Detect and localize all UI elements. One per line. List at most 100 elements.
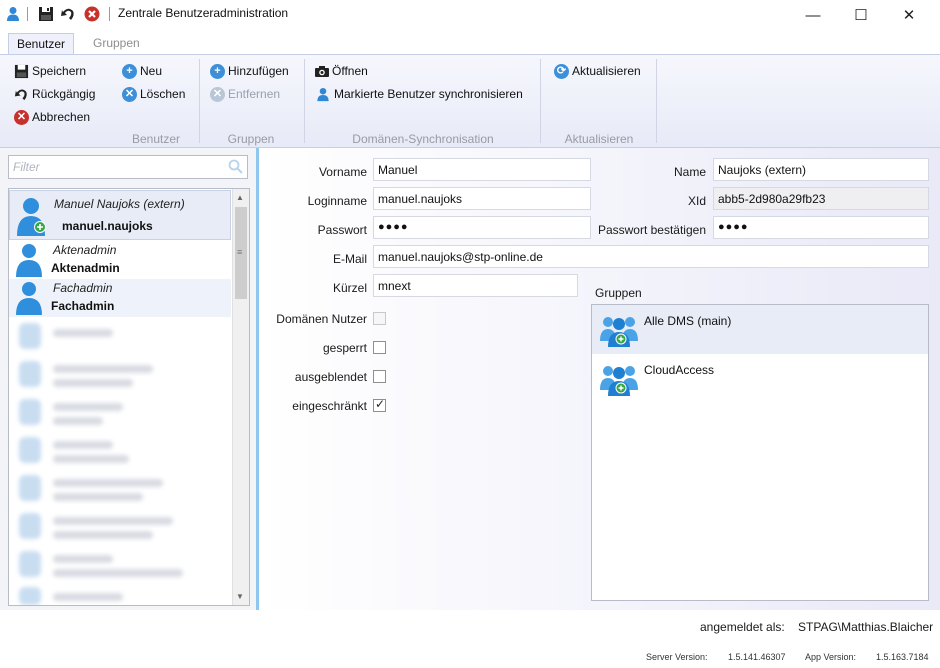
blurred-text <box>53 479 163 487</box>
app-user-icon[interactable] <box>6 6 22 22</box>
open-button[interactable]: Öffnen <box>314 61 368 81</box>
checkmark-icon: ✓ <box>375 397 386 411</box>
remove-button[interactable]: ✕ Entfernen <box>210 84 280 104</box>
loginname-field[interactable]: manuel.naujoks <box>373 187 591 210</box>
domain-user-checkbox <box>373 312 386 325</box>
blurred-text <box>53 531 153 539</box>
add-button[interactable]: + Hinzufügen <box>210 61 289 81</box>
plus-icon: + <box>122 63 137 79</box>
password-field[interactable]: ●●●● <box>373 216 591 239</box>
cancel-button[interactable]: ✕ Abbrechen <box>14 107 90 127</box>
kuerzel-field[interactable]: mnext <box>373 274 578 297</box>
ribbon: Speichern Rückgängig ✕ Abbrechen + Neu ✕… <box>0 54 940 148</box>
ribbon-tabs: Benutzer Gruppen <box>0 30 940 55</box>
blurred-text <box>53 493 143 501</box>
blurred-avatar <box>19 587 41 605</box>
save-icon[interactable] <box>38 6 54 22</box>
list-scrollbar[interactable]: ▲ ≡ ▼ <box>232 189 249 605</box>
label-eingeschraenkt: eingeschränkt <box>292 399 367 413</box>
label-passwort-bestaetigen: Passwort bestätigen <box>597 223 706 237</box>
window-title: Zentrale Benutzeradministration <box>118 6 289 20</box>
blurred-text <box>53 329 113 337</box>
refresh-button[interactable]: ⟳ Aktualisieren <box>554 61 641 81</box>
label-email: E-Mail <box>332 252 367 266</box>
list-item[interactable]: Alle DMS (main) <box>592 305 928 354</box>
undo-button[interactable]: Rückgängig <box>14 84 95 104</box>
list-item[interactable]: Fachadmin Fachadmin <box>9 279 231 317</box>
group-name: Alle DMS (main) <box>644 314 732 328</box>
name-field[interactable]: Naujoks (extern) <box>713 158 929 181</box>
ribbon-separator <box>304 59 305 143</box>
minimize-button[interactable]: — <box>790 0 836 30</box>
undo-icon <box>14 87 29 102</box>
cancel-icon[interactable] <box>84 6 100 22</box>
ribbon-separator <box>199 59 200 143</box>
hidden-checkbox[interactable] <box>373 370 386 383</box>
blurred-avatar <box>19 399 41 425</box>
blurred-avatar <box>19 437 41 463</box>
delete-button[interactable]: ✕ Löschen <box>122 84 185 104</box>
tab-gruppen[interactable]: Gruppen <box>85 33 148 55</box>
scroll-up-arrow-icon[interactable]: ▲ <box>236 193 244 202</box>
refresh-icon: ⟳ <box>554 63 569 79</box>
user-display-name: Fachadmin <box>53 281 113 295</box>
blurred-avatar <box>19 551 41 577</box>
maximize-button[interactable]: ☐ <box>838 0 884 30</box>
logged-in-label: angemeldet als: <box>700 620 785 634</box>
title-separator <box>27 7 28 21</box>
grip-icon: ≡ <box>237 247 243 257</box>
blurred-text <box>53 555 113 563</box>
server-version-label: Server Version: <box>646 652 708 662</box>
scroll-down-arrow-icon[interactable]: ▼ <box>236 592 244 601</box>
cancel-icon: ✕ <box>14 109 29 125</box>
label-passwort: Passwort <box>317 223 367 237</box>
user-icon <box>15 243 43 280</box>
status-bar: angemeldet als: STPAG\Matthias.Blaicher … <box>0 610 940 668</box>
blurred-text <box>53 403 123 411</box>
app-version-label: App Version: <box>805 652 857 662</box>
user-login-name: Aktenadmin <box>51 261 120 275</box>
group-icon <box>598 313 640 352</box>
logged-in-user: STPAG\Matthias.Blaicher <box>798 620 934 634</box>
blurred-avatar <box>19 513 41 539</box>
blurred-text <box>53 593 123 601</box>
list-item[interactable]: Aktenadmin Aktenadmin <box>9 241 231 279</box>
close-button[interactable]: ✕ <box>886 0 932 30</box>
sync-label: Markierte Benutzer synchronisieren <box>334 87 523 101</box>
label-loginname: Loginname <box>307 194 367 208</box>
user-login-name: manuel.naujoks <box>62 219 153 233</box>
sync-users-button[interactable]: Markierte Benutzer synchronisieren <box>316 84 523 104</box>
label-name: Name <box>673 165 706 179</box>
label-domaenen-nutzer: Domänen Nutzer <box>276 312 367 326</box>
locked-checkbox[interactable] <box>373 341 386 354</box>
tab-benutzer[interactable]: Benutzer <box>8 33 75 55</box>
new-button[interactable]: + Neu <box>122 61 162 81</box>
filter-placeholder: Filter <box>13 160 40 174</box>
save-button[interactable]: Speichern <box>14 61 86 81</box>
undo-icon[interactable] <box>60 6 76 22</box>
label-xid: XId <box>687 194 706 208</box>
list-item[interactable]: CloudAccess <box>592 354 928 403</box>
email-field[interactable]: manuel.naujoks@stp-online.de <box>373 245 929 268</box>
vorname-field[interactable]: Manuel <box>373 158 591 181</box>
list-item[interactable]: Manuel Naujoks (extern) manuel.naujoks <box>9 190 231 240</box>
filter-input[interactable]: Filter <box>8 155 248 179</box>
group-label-gruppen: Gruppen <box>227 132 275 146</box>
password-confirm-field[interactable]: ●●●● <box>713 216 929 239</box>
user-icon <box>15 281 43 318</box>
user-list-panel: Filter Manuel Naujoks (extern) manuel.na… <box>0 148 256 610</box>
app-version: 1.5.163.7184 <box>876 652 929 662</box>
user-login-name: Fachadmin <box>51 299 115 313</box>
undo-label: Rückgängig <box>32 87 96 101</box>
remove-label: Entfernen <box>228 87 281 101</box>
blurred-avatar <box>19 361 41 387</box>
restricted-checkbox[interactable]: ✓ <box>373 397 386 412</box>
blurred-text <box>53 365 153 373</box>
save-label: Speichern <box>32 64 87 78</box>
label-vorname: Vorname <box>318 165 367 179</box>
groups-list[interactable]: Alle DMS (main) CloudAccess <box>591 304 929 601</box>
label-gruppen: Gruppen <box>595 286 642 300</box>
user-list[interactable]: Manuel Naujoks (extern) manuel.naujoks A… <box>8 188 250 606</box>
blurred-text <box>53 455 129 463</box>
title-separator <box>109 7 110 21</box>
